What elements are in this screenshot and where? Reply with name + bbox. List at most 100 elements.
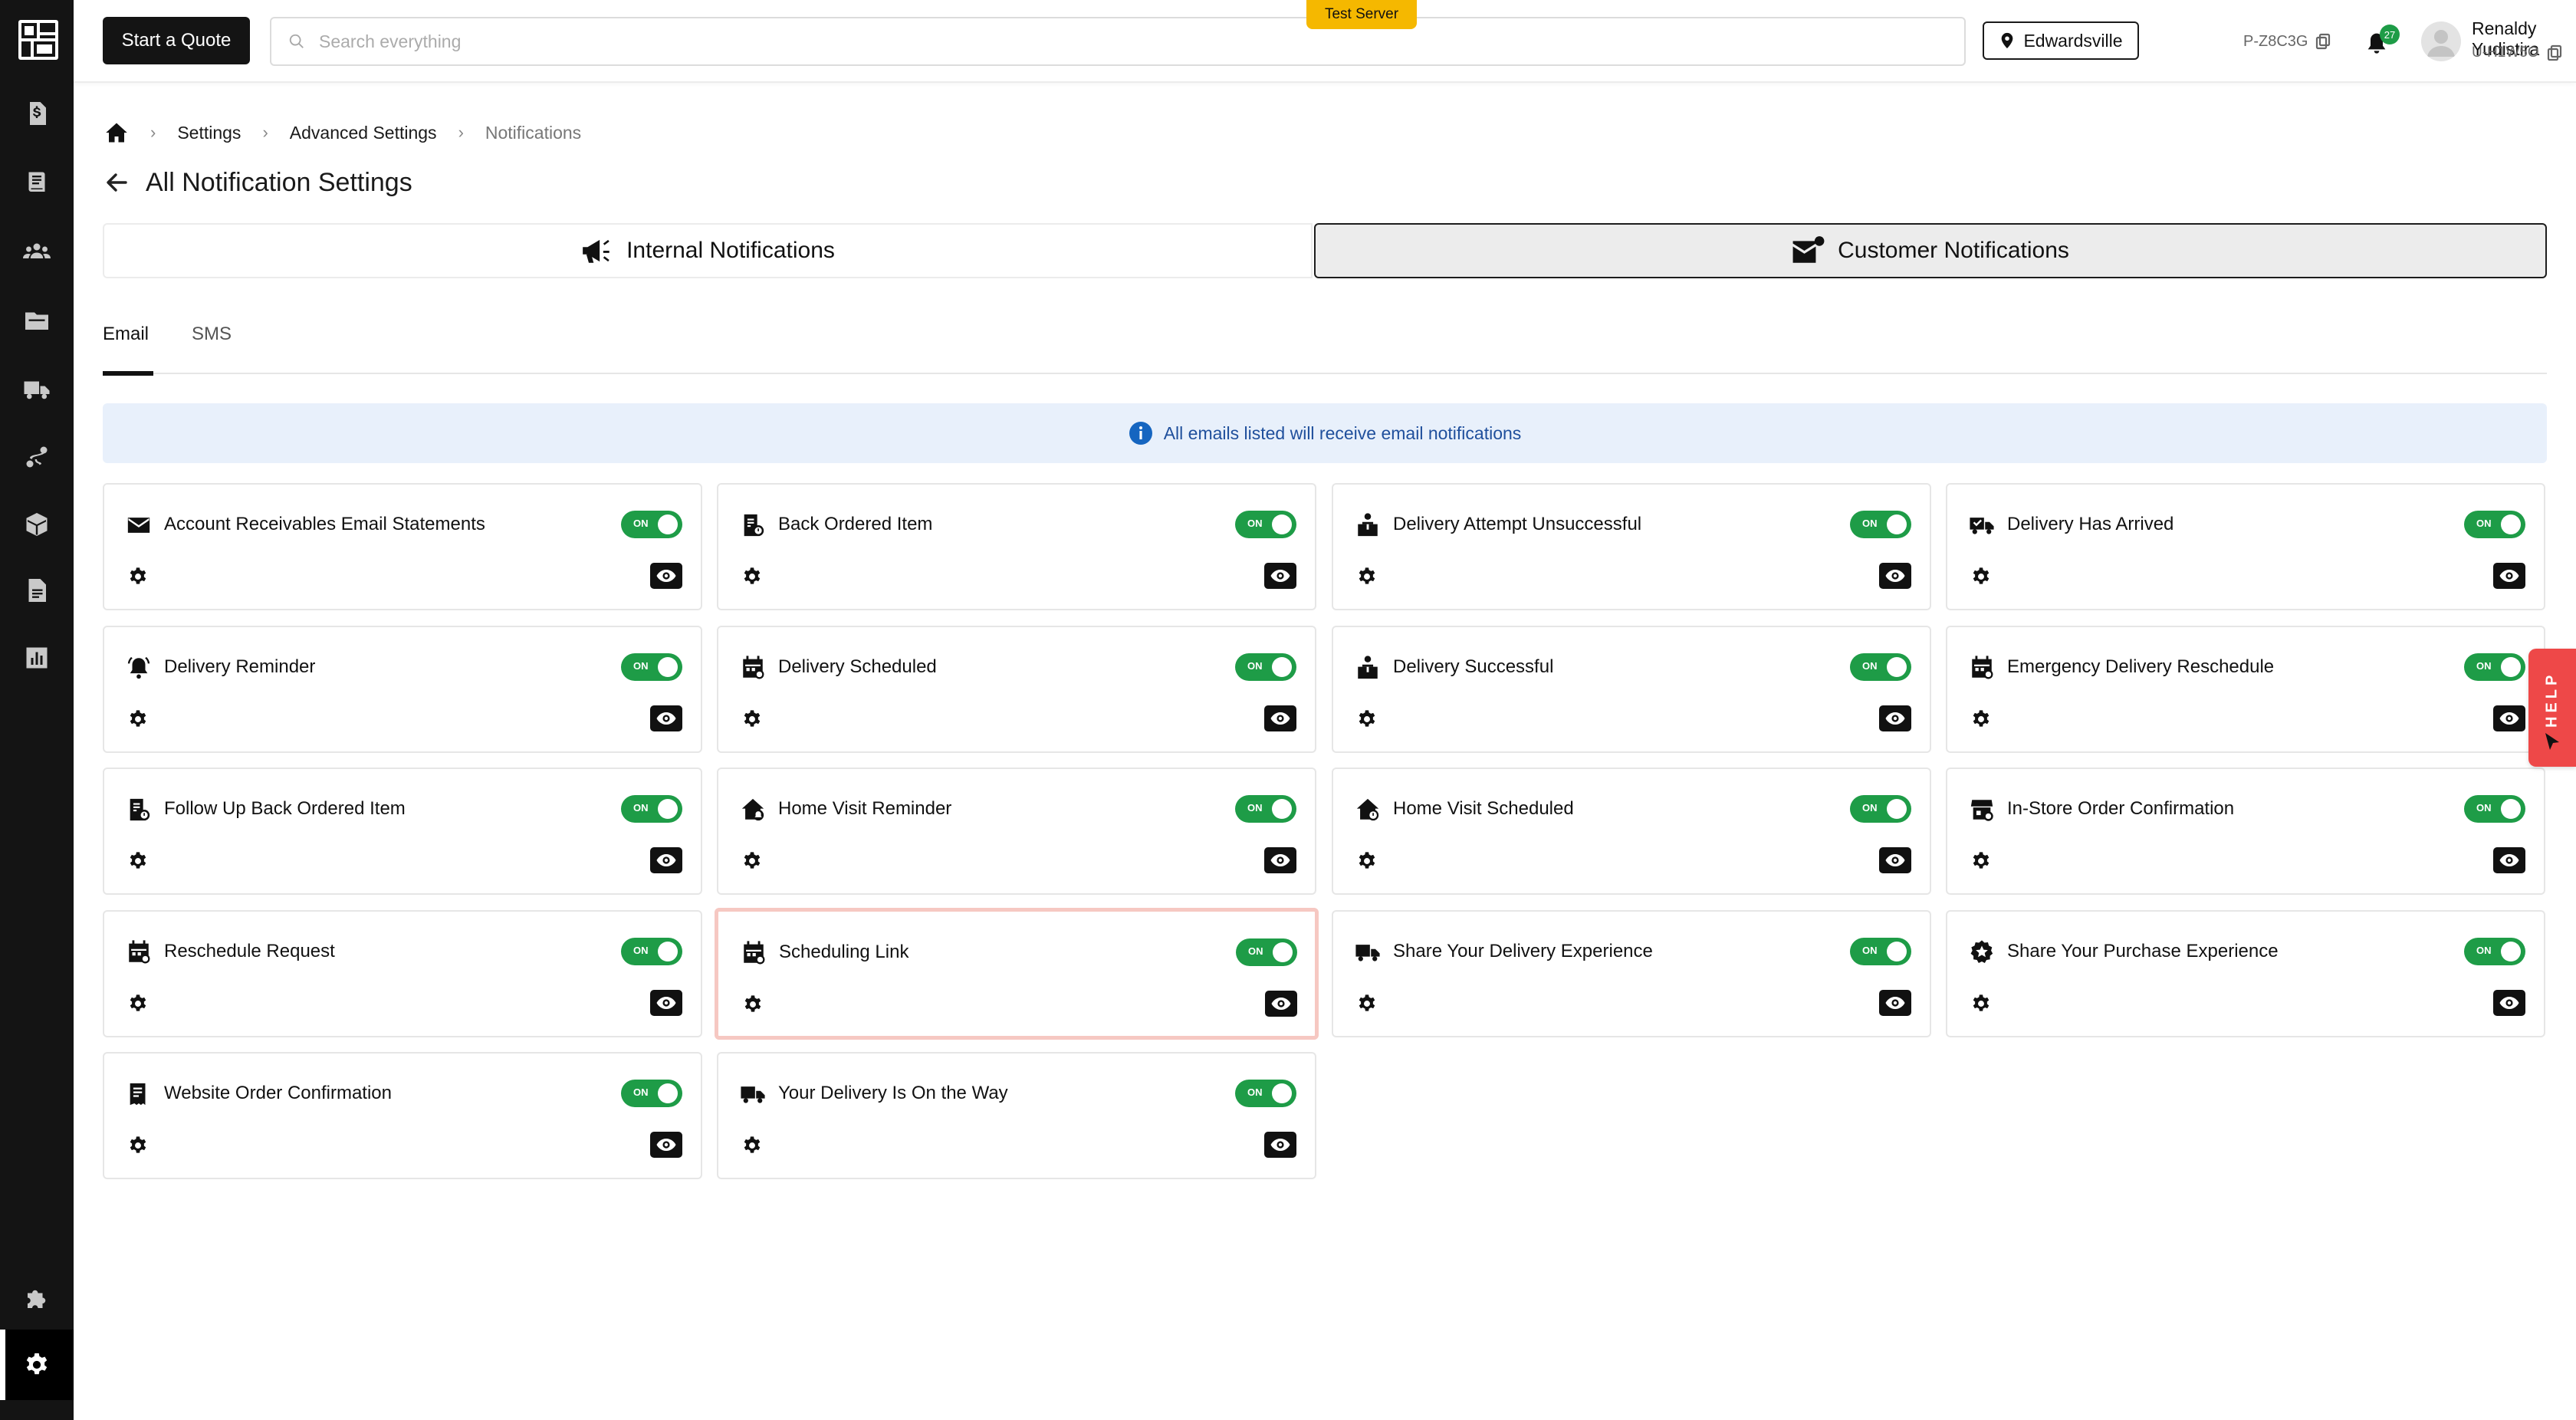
gear-icon <box>23 1351 51 1379</box>
gear-icon[interactable] <box>127 1135 149 1156</box>
preview-eye-icon[interactable] <box>1879 563 1911 589</box>
notification-toggle[interactable]: ON <box>2464 938 2525 965</box>
notification-title: Delivery Scheduled <box>778 656 937 677</box>
truck-check-icon <box>1969 512 1995 538</box>
gear-icon[interactable] <box>742 994 764 1015</box>
gear-icon[interactable] <box>741 1135 763 1156</box>
gear-icon[interactable] <box>741 566 763 587</box>
preview-eye-icon[interactable] <box>1264 563 1296 589</box>
tab-internal-notifications[interactable]: Internal Notifications <box>103 223 1313 278</box>
preview-eye-icon[interactable] <box>2493 563 2525 589</box>
help-button[interactable]: HELP <box>2528 649 2576 767</box>
folder-icon <box>23 307 51 334</box>
preview-eye-icon[interactable] <box>2493 705 2525 731</box>
notifications-button[interactable]: 27 <box>2363 25 2400 60</box>
sidebar-item-customers[interactable] <box>0 230 74 273</box>
profile-code: P-Z8C3G <box>2243 31 2331 52</box>
start-quote-button[interactable]: Start a Quote <box>103 17 250 64</box>
preview-eye-icon[interactable] <box>1265 991 1297 1017</box>
sidebar-item-deliveries[interactable] <box>0 368 74 411</box>
preview-eye-icon[interactable] <box>1264 705 1296 731</box>
notification-toggle[interactable]: ON <box>621 653 682 681</box>
gear-icon[interactable] <box>741 850 763 872</box>
gear-icon[interactable] <box>1970 993 1992 1014</box>
gear-icon[interactable] <box>1356 708 1378 730</box>
notification-toggle[interactable]: ON <box>1235 1080 1296 1107</box>
notification-toggle[interactable]: ON <box>2464 511 2525 538</box>
location-button[interactable]: Edwardsville <box>1983 21 2139 60</box>
document-icon <box>23 577 51 604</box>
preview-eye-icon[interactable] <box>1264 847 1296 873</box>
preview-eye-icon[interactable] <box>650 563 682 589</box>
preview-eye-icon[interactable] <box>1264 1132 1296 1158</box>
copy-icon[interactable] <box>2315 33 2331 50</box>
info-icon <box>1129 422 1152 445</box>
notification-toggle[interactable]: ON <box>621 938 682 965</box>
page-header: All Notification Settings <box>104 166 412 199</box>
gear-icon[interactable] <box>1970 566 1992 587</box>
notification-toggle[interactable]: ON <box>1850 795 1911 823</box>
home-icon[interactable] <box>104 121 129 144</box>
preview-eye-icon[interactable] <box>650 990 682 1016</box>
sidebar-item-documents[interactable] <box>0 569 74 612</box>
tab-internal-label: Internal Notifications <box>626 238 835 263</box>
preview-eye-icon[interactable] <box>1879 705 1911 731</box>
gear-icon[interactable] <box>1970 850 1992 872</box>
preview-eye-icon[interactable] <box>650 1132 682 1158</box>
app-logo-icon[interactable] <box>18 20 58 60</box>
bell-ring-icon <box>126 655 152 681</box>
gear-icon[interactable] <box>127 708 149 730</box>
notification-toggle[interactable]: ON <box>2464 653 2525 681</box>
gear-icon[interactable] <box>127 566 149 587</box>
notification-card: Home Visit Scheduled ON <box>1332 768 1931 895</box>
notification-toggle[interactable]: ON <box>1235 511 1296 538</box>
preview-eye-icon[interactable] <box>2493 990 2525 1016</box>
sidebar-item-files[interactable] <box>0 299 74 342</box>
gear-icon[interactable] <box>741 708 763 730</box>
tab-sms[interactable]: SMS <box>192 316 232 374</box>
notification-title: Home Visit Reminder <box>778 798 952 819</box>
gear-icon[interactable] <box>127 993 149 1014</box>
breadcrumb-advanced-settings[interactable]: Advanced Settings <box>290 123 437 143</box>
gear-icon[interactable] <box>1356 850 1378 872</box>
gear-icon[interactable] <box>1356 993 1378 1014</box>
notification-toggle[interactable]: ON <box>2464 795 2525 823</box>
avatar[interactable] <box>2421 21 2461 61</box>
gear-icon[interactable] <box>1356 566 1378 587</box>
notification-toggle[interactable]: ON <box>621 1080 682 1107</box>
preview-eye-icon[interactable] <box>650 847 682 873</box>
sidebar-item-routes[interactable] <box>0 436 74 478</box>
gear-icon[interactable] <box>1970 708 1992 730</box>
tab-customer-notifications[interactable]: Customer Notifications <box>1314 223 2547 278</box>
sidebar-item-integrations[interactable] <box>0 1277 74 1320</box>
search-box[interactable] <box>270 17 1966 66</box>
notification-toggle[interactable]: ON <box>1235 653 1296 681</box>
preview-eye-icon[interactable] <box>1879 990 1911 1016</box>
profile-code-label: P-Z8C3G <box>2243 32 2308 50</box>
chevron-right-icon: › <box>458 123 464 142</box>
notification-toggle[interactable]: ON <box>1236 938 1297 966</box>
search-input[interactable] <box>319 31 1929 52</box>
preview-eye-icon[interactable] <box>650 705 682 731</box>
sidebar-item-inventory[interactable] <box>0 503 74 546</box>
gear-icon[interactable] <box>127 850 149 872</box>
notification-toggle[interactable]: ON <box>621 795 682 823</box>
preview-eye-icon[interactable] <box>1879 847 1911 873</box>
copy-icon[interactable] <box>2547 44 2562 61</box>
sidebar-item-reports[interactable] <box>0 636 74 679</box>
sidebar-item-invoices[interactable] <box>0 92 74 135</box>
sidebar-item-settings[interactable] <box>0 1330 74 1400</box>
back-arrow-icon[interactable] <box>104 169 130 196</box>
notification-toggle[interactable]: ON <box>1850 511 1911 538</box>
notification-toggle[interactable]: ON <box>1850 653 1911 681</box>
preview-eye-icon[interactable] <box>2493 847 2525 873</box>
tab-email[interactable]: Email <box>103 316 153 376</box>
notification-toggle[interactable]: ON <box>1235 795 1296 823</box>
toggle-on-label: ON <box>1248 945 1263 957</box>
breadcrumb-settings[interactable]: Settings <box>177 123 241 143</box>
sidebar-item-catalog[interactable] <box>0 161 74 204</box>
notification-toggle[interactable]: ON <box>1850 938 1911 965</box>
chevron-right-icon: › <box>262 123 268 142</box>
cursor-arrow-icon <box>2545 733 2559 750</box>
notification-toggle[interactable]: ON <box>621 511 682 538</box>
